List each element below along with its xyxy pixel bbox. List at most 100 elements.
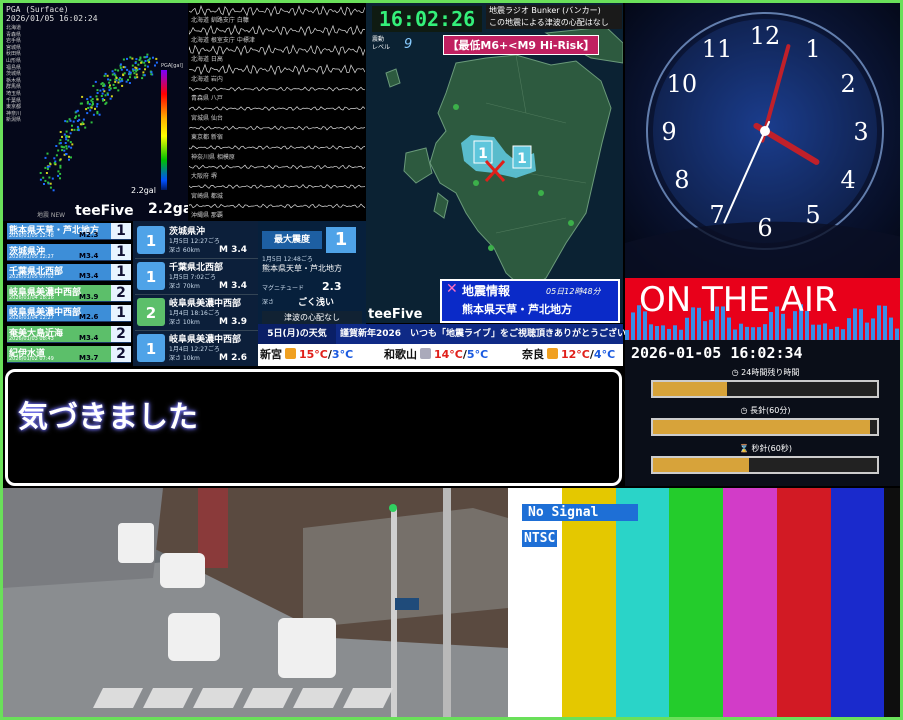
- sun-cloud-icon: [285, 348, 296, 359]
- analog-clock: 12 12 3 45 6 78 9 1011: [625, 12, 900, 278]
- detail-time: 1月5日 12:27ごろ: [169, 238, 220, 245]
- pga-station-dot: [48, 176, 51, 179]
- weather-day: 5日(月)の天気: [258, 324, 336, 344]
- quake-shindo: 1: [111, 264, 131, 280]
- pga-station-dot: [66, 135, 69, 138]
- station-label: 大阪府 堺: [191, 173, 217, 180]
- svg-text:1: 1: [517, 151, 527, 167]
- pga-station-dot: [70, 156, 72, 159]
- pga-station-dot: [140, 61, 143, 64]
- pga-station-dot: [138, 59, 141, 61]
- svg-text:1: 1: [478, 146, 488, 162]
- pga-station-dot: [80, 102, 83, 105]
- temp-high: 14°C: [434, 348, 463, 361]
- station-label: 北海道 根室支庁 中標津: [191, 36, 255, 44]
- pga-station-dot: [59, 172, 62, 175]
- seismograph-trace: [189, 86, 365, 92]
- quake-magnitude: M2.6: [79, 313, 99, 321]
- pga-station-dot: [92, 113, 95, 116]
- pga-station-dot: [77, 129, 80, 132]
- pga-station-dot: [117, 89, 120, 92]
- pga-station-dot: [144, 68, 146, 71]
- pga-station-dot: [114, 80, 117, 83]
- color-bar: [615, 488, 670, 717]
- color-bars: [508, 488, 900, 717]
- pga-station-dot: [129, 56, 132, 59]
- spectrum-bar: [703, 321, 707, 340]
- clock-numeral: 2: [840, 70, 855, 98]
- seismograph-trace: [189, 106, 365, 112]
- clock-icon: ◷: [731, 368, 742, 377]
- color-bar: [884, 488, 900, 717]
- pga-station-dot: [39, 172, 42, 174]
- pga-station-dot: [79, 123, 82, 126]
- pga-legend-item: 茨城県: [6, 71, 22, 78]
- seismograph-panel: 北海道 釧路支庁 白糠 北海道 根室支庁 中標津 北海道 日高 北海道 岩内 青森県 八…: [189, 3, 365, 221]
- spectrum-bar: [889, 317, 893, 340]
- pga-station-dot: [42, 176, 45, 179]
- pga-station-dot: [86, 100, 89, 103]
- spectrum-bar: [739, 323, 743, 340]
- pga-station-dot: [92, 84, 95, 87]
- timer-panel: 2026-01-05 16:02:34 ◷ 24時間残り時間 ◷ 長針(60分)…: [625, 340, 900, 486]
- camera-image: [3, 488, 508, 717]
- color-bar: [669, 488, 724, 717]
- depth-label: 深さ: [262, 299, 275, 306]
- station-label: 北海道 日高: [191, 56, 223, 63]
- pga-station-dot: [117, 81, 120, 84]
- detail-depth: 深さ 70km: [169, 283, 200, 290]
- pga-station-dot: [64, 142, 67, 144]
- pga-station-dot: [59, 139, 62, 142]
- pga-station-dot: [57, 149, 60, 152]
- pga-station-dot: [107, 78, 110, 81]
- pga-station-dot: [69, 119, 72, 122]
- pga-station-dot: [126, 57, 128, 60]
- quake-magnitude: M3.4: [79, 251, 99, 260]
- pga-station-dot: [57, 174, 60, 177]
- max-shindo-location: 熊本県天草・芦北地方: [262, 264, 342, 273]
- ntsc-label: NTSC: [522, 530, 558, 547]
- color-bar: [723, 488, 777, 717]
- bunker-title: 地震ラジオ Bunker (バンカー): [489, 6, 601, 15]
- pga-station-dot: [103, 74, 106, 77]
- seismograph-trace: [189, 145, 365, 151]
- pga-station-dot: [75, 115, 77, 118]
- spectrum-bar: [667, 328, 671, 340]
- bunker-info: 地震ラジオ Bunker (バンカー) この地震による津波の心配はなし: [486, 5, 622, 29]
- max-shindo-panel: 最大震度 1 1月5日 12:48ごろ 熊本県天草・芦北地方 マグニチュード 2…: [258, 221, 366, 324]
- clock-numeral: 6: [757, 214, 772, 242]
- spectrum-bar: [745, 326, 749, 340]
- pga-station-dot: [52, 189, 55, 192]
- message-box: 気づきました: [5, 369, 622, 486]
- seismograph-trace: [189, 183, 365, 190]
- pga-station-dot: [61, 135, 63, 138]
- japan-map: [39, 53, 158, 192]
- pga-station-dot: [109, 97, 112, 100]
- pga-station-dot: [49, 182, 52, 185]
- street-camera-feed: [3, 488, 508, 717]
- pga-station-dot: [136, 76, 139, 79]
- color-bars-panel: No Signal NTSC: [508, 488, 900, 717]
- quake-date: 2026/01/03 08:43: [9, 335, 54, 342]
- pga-station-dot: [49, 163, 52, 166]
- pga-scale-bar: [161, 70, 167, 190]
- spectrum-bar: [817, 324, 821, 340]
- spectrum-bar: [859, 309, 863, 340]
- clock-icon: ◷: [740, 406, 751, 415]
- pga-station-dot: [133, 76, 136, 79]
- station-label: 青森県 八戸: [191, 95, 223, 102]
- pga-station-dot: [134, 62, 137, 65]
- timer-bar-minute: [651, 418, 879, 436]
- pga-maker: teeFive: [75, 203, 134, 219]
- weather-city-shingu: 新宮 15°C/3°C: [260, 348, 354, 361]
- pga-station-dot: [85, 108, 88, 111]
- station-label: 北海道 岩内: [191, 75, 223, 83]
- pga-station-dot: [118, 78, 120, 81]
- pga-datetime: 2026/01/05 16:02:24: [6, 14, 98, 23]
- spectrum-bar: [649, 324, 653, 340]
- pga-station-dot: [114, 68, 117, 71]
- pga-station-dot: [117, 69, 120, 72]
- pga-station-dot: [110, 95, 113, 98]
- pga-station-dot: [57, 170, 60, 173]
- shindo-level-value: 9: [404, 37, 413, 52]
